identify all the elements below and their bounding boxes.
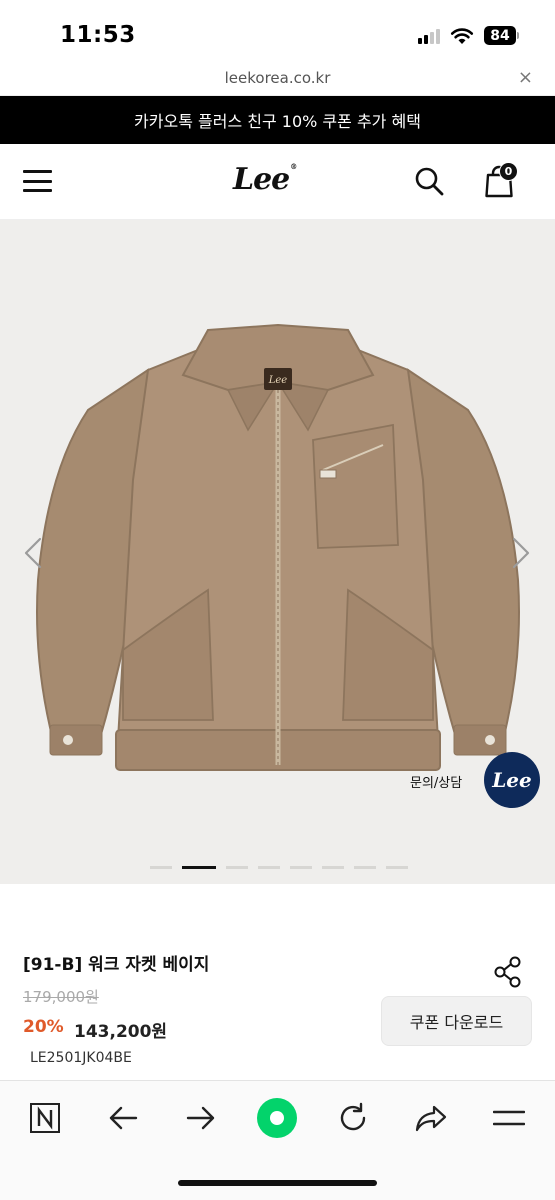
chevron-right-icon[interactable] xyxy=(510,536,532,570)
share-icon[interactable] xyxy=(493,956,523,988)
page-dot-active[interactable] xyxy=(182,866,216,869)
search-icon[interactable] xyxy=(414,166,444,196)
back-arrow-icon[interactable] xyxy=(106,1101,140,1135)
page-dot[interactable] xyxy=(322,866,344,869)
original-price: 179,000원 xyxy=(23,988,99,1006)
signal-icon xyxy=(418,28,440,44)
battery-level: 84 xyxy=(484,26,516,45)
page-dot[interactable] xyxy=(258,866,280,869)
site-header: Lee® xyxy=(0,144,555,220)
page-dot[interactable] xyxy=(386,866,408,869)
page-dot[interactable] xyxy=(354,866,376,869)
url-text[interactable]: leekorea.co.kr xyxy=(0,69,555,87)
url-bar[interactable]: leekorea.co.kr × xyxy=(0,62,555,96)
battery-icon: 84 xyxy=(484,26,519,45)
status-time: 11:53 xyxy=(60,22,136,48)
wifi-icon xyxy=(450,27,474,44)
product-name: [91-B] 워크 자켓 베이지 xyxy=(23,955,210,975)
close-icon[interactable]: × xyxy=(518,67,533,88)
page-dot[interactable] xyxy=(290,866,312,869)
forward-arrow-icon[interactable] xyxy=(184,1101,218,1135)
hamburger-menu-icon[interactable] xyxy=(23,170,52,192)
chat-label[interactable]: 문의/상담 xyxy=(410,772,462,791)
discount-rate: 20% xyxy=(23,1017,64,1037)
chat-button[interactable]: Lee xyxy=(484,752,540,808)
gallery-pagination xyxy=(150,866,408,869)
naver-n-icon[interactable] xyxy=(28,1101,62,1135)
share-arrow-icon[interactable] xyxy=(414,1101,448,1135)
coupon-download-button[interactable]: 쿠폰 다운로드 xyxy=(381,996,532,1046)
menu-lines-icon[interactable] xyxy=(492,1101,526,1135)
promo-banner-text: 카카오톡 플러스 친구 10% 쿠폰 추가 혜택 xyxy=(134,112,421,131)
reload-icon[interactable] xyxy=(336,1101,370,1135)
site-logo[interactable]: Lee® xyxy=(233,162,297,197)
svg-text:Lee: Lee xyxy=(268,375,288,386)
page-dot[interactable] xyxy=(226,866,248,869)
page-dot[interactable] xyxy=(150,866,172,869)
product-code: LE2501JK04BE xyxy=(30,1050,132,1066)
home-indicator[interactable] xyxy=(178,1180,377,1186)
sale-price: 143,200원 xyxy=(74,1022,168,1042)
product-image: Lee xyxy=(36,323,520,771)
chevron-left-icon[interactable] xyxy=(22,536,44,570)
cart-count-badge: 0 xyxy=(499,162,518,181)
product-info: [91-B] 워크 자켓 베이지 179,000원 20% 143,200원 쿠… xyxy=(0,884,555,1080)
status-bar: 11:53 84 xyxy=(0,0,555,62)
status-icons: 84 xyxy=(418,26,519,45)
promo-banner[interactable]: 카카오톡 플러스 친구 10% 쿠폰 추가 혜택 xyxy=(0,96,555,144)
product-gallery[interactable]: Lee 문의/상담 Lee xyxy=(0,220,555,884)
green-dot-icon[interactable] xyxy=(256,1097,298,1139)
